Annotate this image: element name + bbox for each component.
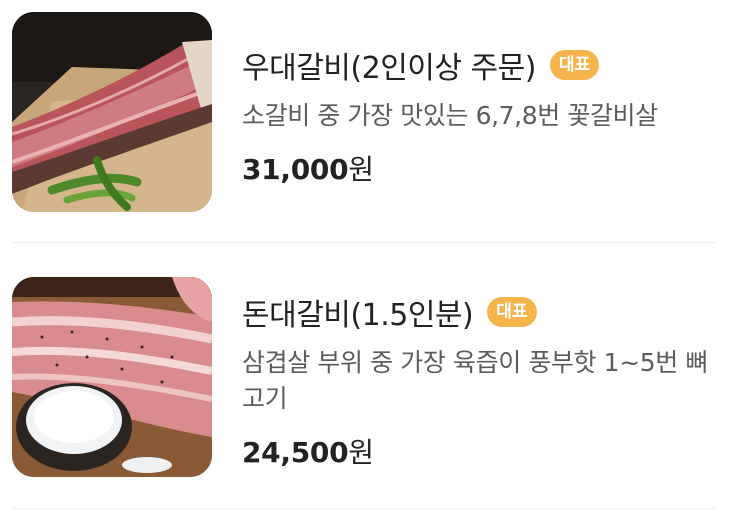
menu-item[interactable]: 돈대갈비(1.5인분) 대표 삼겹살 부위 중 가장 육즙이 풍부핫 1~5번 … bbox=[12, 277, 716, 477]
price-value: 24,500 bbox=[242, 436, 349, 469]
menu-item-info: 돈대갈비(1.5인분) 대표 삼겹살 부위 중 가장 육즙이 풍부핫 1~5번 … bbox=[242, 277, 722, 471]
menu-item-title-row: 우대갈비(2인이상 주문) 대표 bbox=[242, 42, 722, 88]
beef-short-rib-image bbox=[12, 12, 212, 212]
price-unit: 원 bbox=[348, 436, 374, 469]
menu-item[interactable]: 우대갈비(2인이상 주문) 대표 소갈비 중 가장 맛있는 6,7,8번 꽃갈비… bbox=[12, 12, 716, 212]
menu-item-info: 우대갈비(2인이상 주문) 대표 소갈비 중 가장 맛있는 6,7,8번 꽃갈비… bbox=[242, 12, 722, 188]
signature-badge: 대표 bbox=[549, 50, 600, 80]
price-unit: 원 bbox=[348, 153, 374, 186]
menu-list: 우대갈비(2인이상 주문) 대표 소갈비 중 가장 맛있는 6,7,8번 꽃갈비… bbox=[0, 0, 742, 514]
divider bbox=[12, 242, 716, 243]
menu-item-title-row: 돈대갈비(1.5인분) 대표 bbox=[242, 289, 722, 335]
signature-badge: 대표 bbox=[487, 297, 537, 327]
price-value: 31,000 bbox=[242, 153, 349, 186]
divider bbox=[12, 508, 716, 509]
menu-item-price: 24,500원 bbox=[242, 431, 722, 471]
menu-item-price: 31,000원 bbox=[242, 148, 722, 188]
menu-item-name: 우대갈비(2인이상 주문) bbox=[242, 51, 536, 86]
menu-item-description: 소갈비 중 가장 맛있는 6,7,8번 꽃갈비살 bbox=[242, 101, 658, 130]
pork-rib-image bbox=[12, 277, 212, 477]
menu-item-description: 삼겹살 부위 중 가장 육즙이 풍부핫 1~5번 뼈고기 bbox=[242, 348, 708, 413]
menu-item-name: 돈대갈비(1.5인분) bbox=[242, 298, 474, 333]
